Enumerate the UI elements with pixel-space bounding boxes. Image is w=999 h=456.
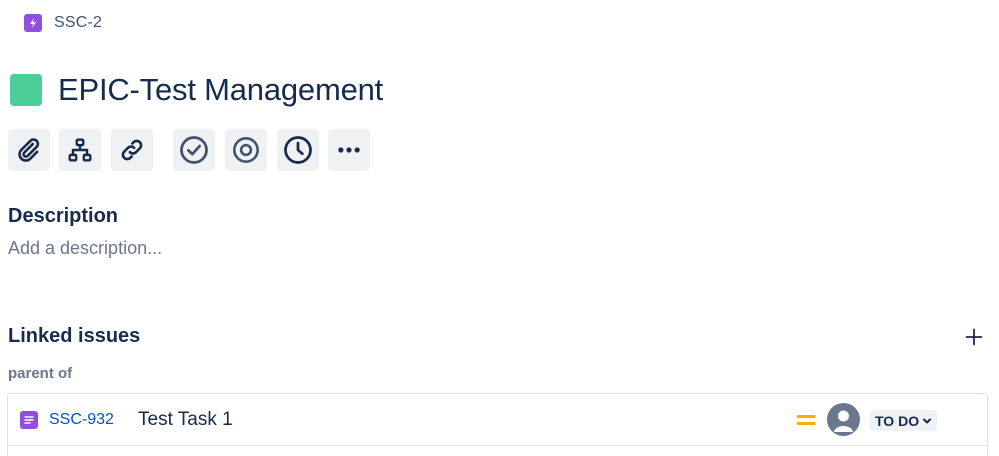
- child-issues-button[interactable]: [59, 129, 101, 171]
- more-icon: [338, 147, 360, 153]
- page-title[interactable]: EPIC-Test Management: [58, 72, 383, 108]
- paperclip-icon: [18, 138, 40, 162]
- link-issue-button[interactable]: [111, 129, 153, 171]
- link-type-label: parent of: [8, 365, 73, 382]
- title-row: EPIC-Test Management: [10, 72, 383, 108]
- issue-color-swatch: [10, 74, 42, 106]
- link-icon: [121, 139, 143, 161]
- status-dropdown[interactable]: TO DO: [870, 410, 938, 431]
- target-button[interactable]: [225, 129, 267, 171]
- linked-issues-heading: Linked issues: [8, 325, 141, 347]
- breadcrumb[interactable]: SSC-2: [24, 14, 102, 32]
- add-linked-issue-button[interactable]: [962, 325, 986, 349]
- child-issues-icon: [68, 138, 92, 162]
- more-actions-button[interactable]: [328, 129, 370, 171]
- checklist-button[interactable]: [173, 129, 215, 171]
- plus-icon: [965, 328, 983, 346]
- linked-issue-list-edge: [7, 446, 988, 456]
- priority-medium-icon: [796, 413, 816, 427]
- target-icon: [233, 137, 259, 163]
- clock-icon: [284, 136, 312, 164]
- description-heading: Description: [8, 205, 119, 227]
- linked-issue-row[interactable]: SSC-932 Test Task 1 TO DO: [7, 393, 988, 446]
- status-label: TO DO: [875, 412, 920, 429]
- task-icon: [20, 411, 38, 429]
- default-avatar-icon[interactable]: [827, 403, 860, 436]
- linked-issue-summary[interactable]: Test Task 1: [138, 409, 233, 431]
- lightning-bolt-icon: [24, 14, 42, 32]
- breadcrumb-issue-key[interactable]: SSC-2: [54, 14, 102, 32]
- check-circle-icon: [180, 136, 208, 164]
- attach-button[interactable]: [8, 129, 50, 171]
- description-placeholder[interactable]: Add a description...: [8, 238, 162, 259]
- linked-issue-key[interactable]: SSC-932: [49, 411, 114, 429]
- time-tracking-button[interactable]: [277, 129, 319, 171]
- chevron-down-icon: [923, 418, 932, 423]
